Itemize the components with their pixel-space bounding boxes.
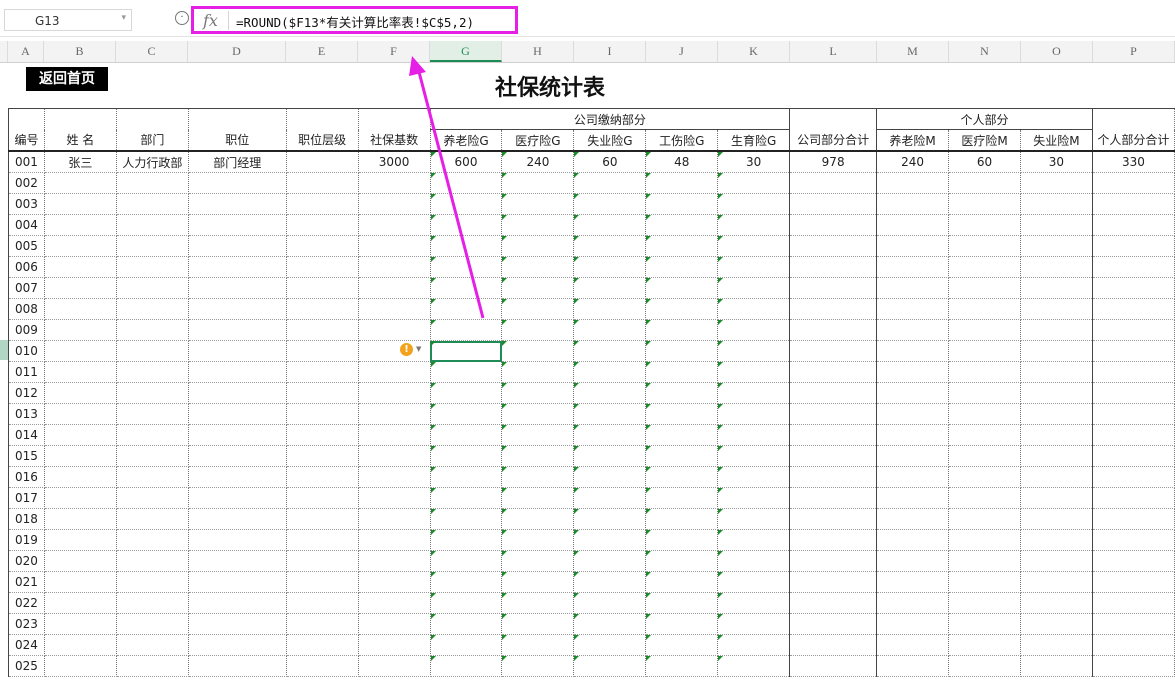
- arrow-shaft: [416, 67, 485, 319]
- annotation-arrow: [409, 56, 485, 319]
- arrow-head: [409, 56, 426, 76]
